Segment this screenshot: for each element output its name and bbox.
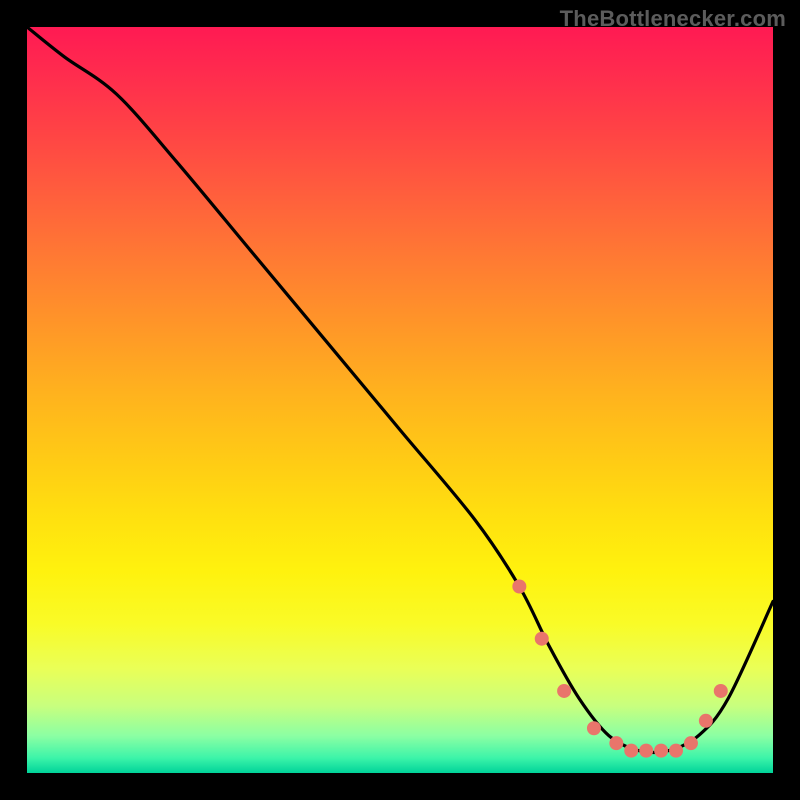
marker-dot [609,736,623,750]
curve-layer [27,27,773,773]
marker-dot [535,632,549,646]
marker-dot [587,721,601,735]
marker-dot [699,714,713,728]
marker-dot [639,744,653,758]
highlight-markers [512,580,727,758]
marker-dot [512,580,526,594]
plot-area [27,27,773,773]
chart-root: TheBottlenecker.com [0,0,800,800]
marker-dot [669,744,683,758]
marker-dot [684,736,698,750]
marker-dot [624,744,638,758]
watermark-text: TheBottlenecker.com [560,6,786,32]
marker-dot [654,744,668,758]
marker-dot [714,684,728,698]
marker-dot [557,684,571,698]
bottleneck-curve [27,27,773,752]
